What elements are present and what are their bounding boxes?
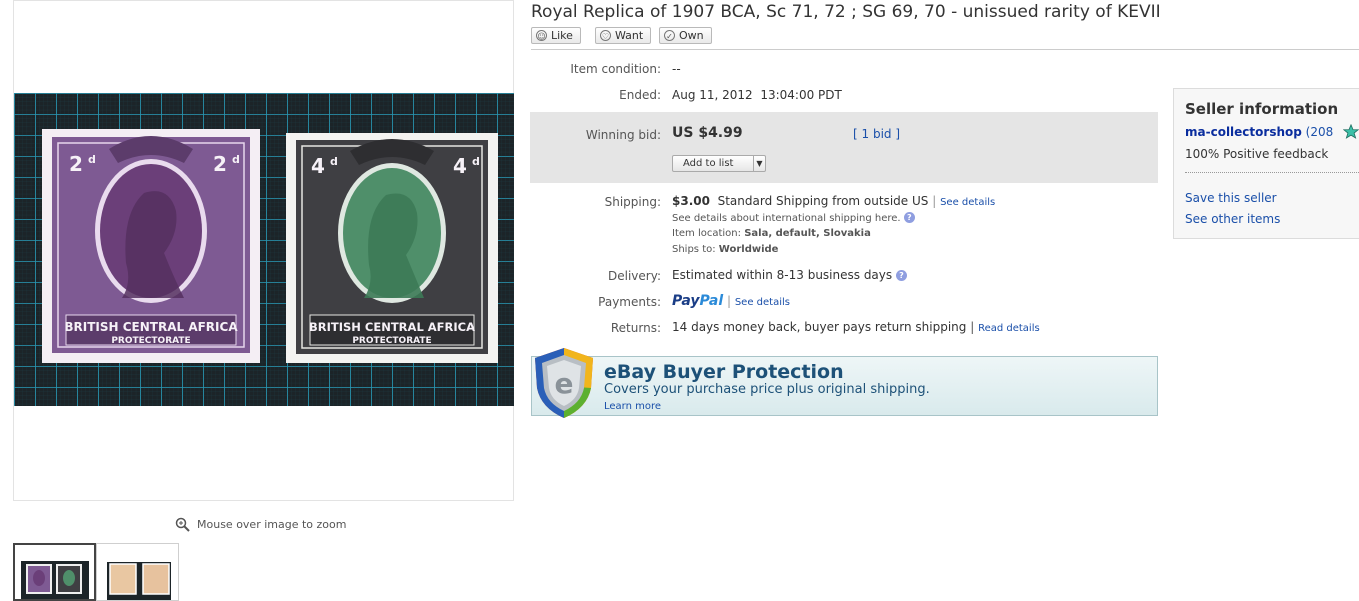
checkmark-icon: ✓ [664, 30, 675, 41]
delivery-text: Estimated within 8-13 business days [672, 268, 893, 282]
thumbnail-2-image [97, 544, 178, 600]
svg-text:4: 4 [453, 154, 467, 178]
item-location-value: Sala, default, Slovakia [744, 228, 871, 239]
delivery-value: Estimated within 8-13 business days ? [672, 268, 907, 282]
seller-positive-feedback: 100% Positive feedback [1185, 147, 1329, 161]
want-button[interactable]: ♡ Want [595, 27, 652, 44]
svg-text:BRITISH CENTRAL AFRICA: BRITISH CENTRAL AFRICA [309, 320, 475, 334]
ships-to: Ships to: Worldwide [672, 244, 778, 255]
like-label: Like [551, 29, 573, 42]
svg-text:BRITISH CENTRAL AFRICA: BRITISH CENTRAL AFRICA [64, 320, 238, 334]
svg-text:d: d [88, 153, 96, 166]
stamp-photo-svg: BRITISH CENTRAL AFRICA PROTECTORATE 2 d … [14, 93, 514, 406]
delivery-label: Delivery: [608, 269, 661, 283]
stamp-4d: BRITISH CENTRAL AFRICA PROTECTORATE 4 d … [286, 133, 498, 363]
shipping-see-details-link[interactable]: See details [940, 197, 995, 208]
svg-text:PROTECTORATE: PROTECTORATE [111, 336, 190, 346]
condition-label: Item condition: [570, 62, 661, 76]
zoom-hint: Mouse over image to zoom [175, 517, 346, 532]
add-to-list-button[interactable]: Add to list ▼ [672, 155, 766, 172]
bid-count-link[interactable]: [ 1 bid ] [853, 127, 900, 141]
ended-date: Aug 11, 2012 [672, 88, 753, 102]
seller-divider [1185, 172, 1359, 173]
buyer-protection-learn-more[interactable]: Learn more [604, 401, 661, 412]
want-label: Want [615, 29, 644, 42]
svg-text:d: d [232, 153, 240, 166]
seller-feedback-score[interactable]: (208 [1306, 125, 1334, 139]
seller-name-row: ma-collectorshop (208 ) [1185, 123, 1359, 139]
svg-text:2: 2 [69, 152, 83, 176]
svg-text:PROTECTORATE: PROTECTORATE [352, 336, 431, 346]
like-button[interactable]: ☺ Like [531, 27, 581, 44]
see-other-items-link[interactable]: See other items [1185, 212, 1280, 226]
svg-text:d: d [330, 155, 338, 168]
smile-icon: ☺ [536, 30, 547, 41]
own-button[interactable]: ✓ Own [659, 27, 712, 44]
intl-shipping-note: See details about international shipping… [672, 212, 915, 224]
ships-to-label: Ships to: [672, 244, 716, 255]
save-seller-link[interactable]: Save this seller [1185, 191, 1277, 205]
zoom-hint-text: Mouse over image to zoom [197, 518, 347, 531]
ended-label: Ended: [619, 88, 661, 102]
shipping-cost: $3.00 [672, 194, 710, 208]
add-to-list-label: Add to list [683, 158, 734, 169]
shield-icon: e [535, 348, 593, 418]
item-title: Royal Replica of 1907 BCA, Sc 71, 72 ; S… [531, 2, 1161, 22]
bid-box [530, 112, 1158, 183]
paypal-logo-part2: Pal [699, 293, 724, 309]
returns-value: 14 days money back, buyer pays return sh… [672, 320, 1040, 334]
payments-value: PayPal | See details [672, 293, 790, 309]
help-icon[interactable]: ? [903, 212, 915, 223]
feedback-star-icon [1342, 123, 1359, 139]
shipping-label: Shipping: [604, 195, 661, 209]
svg-text:4: 4 [311, 154, 325, 178]
dropdown-arrow-icon[interactable]: ▼ [753, 156, 765, 171]
heart-icon: ♡ [600, 30, 611, 41]
title-divider [531, 49, 1359, 50]
thumbnail-2[interactable] [96, 543, 179, 601]
ended-time: 13:04:00 PDT [760, 88, 842, 102]
shipping-method: Standard Shipping from outside US [717, 194, 929, 208]
winning-bid-amount: US $4.99 [672, 125, 743, 141]
zoom-icon [175, 517, 190, 532]
svg-text:2: 2 [213, 152, 227, 176]
condition-value: -- [672, 62, 681, 76]
thumbnail-1-image [15, 545, 94, 599]
item-location-label: Item location: [672, 228, 741, 239]
shipping-value: $3.00 Standard Shipping from outside US … [672, 194, 996, 208]
item-main-image[interactable]: BRITISH CENTRAL AFRICA PROTECTORATE 2 d … [14, 93, 514, 406]
help-icon[interactable]: ? [895, 270, 907, 281]
seller-info-heading: Seller information [1185, 100, 1339, 118]
item-location: Item location: Sala, default, Slovakia [672, 228, 871, 239]
own-label: Own [679, 29, 704, 42]
intl-shipping-text: See details about international shipping… [672, 213, 901, 224]
thumbnail-1[interactable] [13, 543, 96, 601]
paypal-logo: PayPal [672, 293, 723, 309]
buyer-protection-title: eBay Buyer Protection [604, 361, 844, 383]
stamp-2d: BRITISH CENTRAL AFRICA PROTECTORATE 2 d … [42, 129, 260, 363]
svg-text:d: d [472, 155, 480, 168]
payments-see-details-link[interactable]: See details [735, 297, 790, 308]
returns-read-details-link[interactable]: Read details [978, 323, 1040, 334]
returns-label: Returns: [610, 321, 661, 335]
buyer-protection-subtitle: Covers your purchase price plus original… [604, 382, 930, 397]
paypal-logo-part1: Pay [672, 293, 700, 309]
ended-value: Aug 11, 2012 13:04:00 PDT [672, 88, 842, 102]
winning-bid-label: Winning bid: [585, 128, 661, 142]
seller-name-link[interactable]: ma-collectorshop [1185, 125, 1302, 139]
ships-to-value: Worldwide [718, 244, 779, 255]
shield-letter: e [555, 367, 574, 400]
returns-text: 14 days money back, buyer pays return sh… [672, 320, 967, 334]
payments-label: Payments: [598, 295, 661, 309]
